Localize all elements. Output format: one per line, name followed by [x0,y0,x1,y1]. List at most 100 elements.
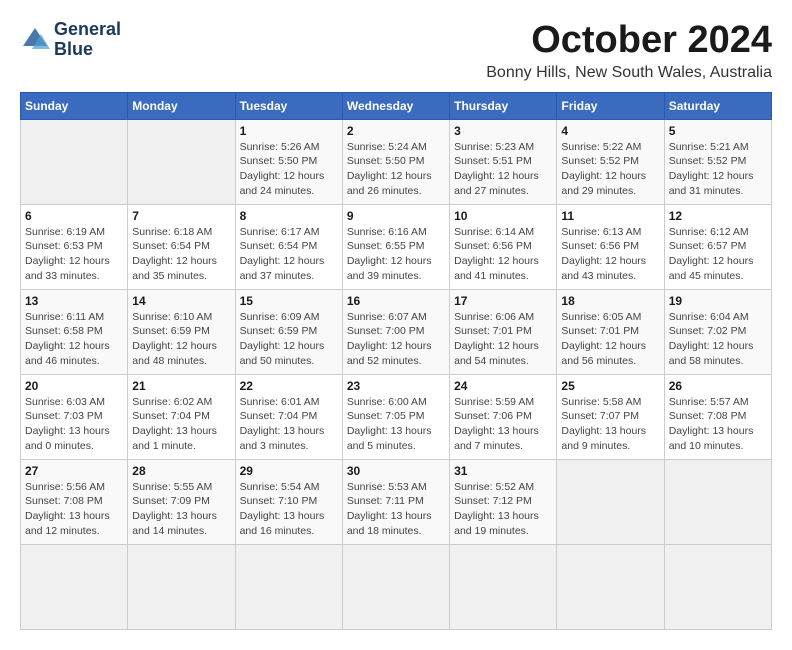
calendar-row-2: 13Sunrise: 6:11 AMSunset: 6:58 PMDayligh… [21,289,772,374]
logo-icon [20,25,50,55]
calendar-cell: 6 Sunrise: 6:19 AMSunset: 6:53 PMDaylight… [21,204,128,289]
day-number: 17 [454,294,552,308]
day-info: Sunrise: 6:09 AMSunset: 6:59 PMDaylight:… [240,310,338,369]
day-info: Sunrise: 5:55 AMSunset: 7:09 PMDaylight:… [132,480,230,539]
day-info: Sunrise: 6:13 AMSunset: 6:56 PMDaylight:… [561,225,659,284]
day-number: 11 [561,209,659,223]
day-number: 24 [454,379,552,393]
day-info: Sunrise: 5:23 AMSunset: 5:51 PMDaylight:… [454,140,552,199]
day-number: 14 [132,294,230,308]
day-number: 3 [454,124,552,138]
day-number: 4 [561,124,659,138]
calendar-cell: 5 Sunrise: 5:21 AMSunset: 5:52 PMDaylight… [664,119,771,204]
calendar-row-5 [21,544,772,629]
day-number: 31 [454,464,552,478]
day-info: Sunrise: 6:16 AMSunset: 6:55 PMDaylight:… [347,225,445,284]
calendar-cell: 3 Sunrise: 5:23 AMSunset: 5:51 PMDaylight… [450,119,557,204]
calendar-cell: 24 Sunrise: 5:59 AMSunset: 7:06 PMDayligh… [450,374,557,459]
calendar-cell [557,544,664,629]
calendar-cell: 17Sunrise: 6:06 AMSunset: 7:01 PMDayligh… [450,289,557,374]
weekday-header-row: Sunday Monday Tuesday Wednesday Thursday… [21,92,772,119]
calendar-cell: 29Sunrise: 5:54 AMSunset: 7:10 PMDayligh… [235,459,342,544]
logo-text: General Blue [54,20,121,60]
header-wednesday: Wednesday [342,92,449,119]
day-number: 8 [240,209,338,223]
header-monday: Monday [128,92,235,119]
calendar-row-4: 27Sunrise: 5:56 AMSunset: 7:08 PMDayligh… [21,459,772,544]
day-info: Sunrise: 6:17 AMSunset: 6:54 PMDaylight:… [240,225,338,284]
calendar-cell: 14 Sunrise: 6:10 AMSunset: 6:59 PMDayligh… [128,289,235,374]
day-info: Sunrise: 6:18 AMSunset: 6:54 PMDaylight:… [132,225,230,284]
header-friday: Friday [557,92,664,119]
calendar-cell [664,459,771,544]
day-number: 30 [347,464,445,478]
logo-line2: Blue [54,40,121,60]
day-info: Sunrise: 5:56 AMSunset: 7:08 PMDaylight:… [25,480,123,539]
day-info: Sunrise: 5:26 AMSunset: 5:50 PMDaylight:… [240,140,338,199]
calendar-cell [128,119,235,204]
day-info: Sunrise: 6:02 AMSunset: 7:04 PMDaylight:… [132,395,230,454]
day-info: Sunrise: 6:14 AMSunset: 6:56 PMDaylight:… [454,225,552,284]
day-number: 10 [454,209,552,223]
calendar-cell: 21Sunrise: 6:02 AMSunset: 7:04 PMDayligh… [128,374,235,459]
calendar-cell: 26 Sunrise: 5:57 AMSunset: 7:08 PMDayligh… [664,374,771,459]
day-number: 15 [240,294,338,308]
calendar-cell: 27Sunrise: 5:56 AMSunset: 7:08 PMDayligh… [21,459,128,544]
day-info: Sunrise: 6:04 AMSunset: 7:02 PMDaylight:… [669,310,767,369]
header-tuesday: Tuesday [235,92,342,119]
calendar-cell [21,119,128,204]
day-number: 7 [132,209,230,223]
logo: General Blue [20,20,121,60]
day-info: Sunrise: 6:10 AMSunset: 6:59 PMDaylight:… [132,310,230,369]
day-number: 5 [669,124,767,138]
day-number: 20 [25,379,123,393]
day-number: 28 [132,464,230,478]
calendar-cell [21,544,128,629]
day-number: 12 [669,209,767,223]
logo-line1: General [54,20,121,40]
day-info: Sunrise: 5:59 AMSunset: 7:06 PMDaylight:… [454,395,552,454]
day-info: Sunrise: 5:53 AMSunset: 7:11 PMDaylight:… [347,480,445,539]
calendar-cell: 8 Sunrise: 6:17 AMSunset: 6:54 PMDaylight… [235,204,342,289]
calendar-cell [128,544,235,629]
calendar-cell: 7 Sunrise: 6:18 AMSunset: 6:54 PMDaylight… [128,204,235,289]
header: General Blue October 2024 Bonny Hills, N… [20,20,772,82]
day-info: Sunrise: 6:00 AMSunset: 7:05 PMDaylight:… [347,395,445,454]
calendar-cell [664,544,771,629]
day-info: Sunrise: 6:19 AMSunset: 6:53 PMDaylight:… [25,225,123,284]
day-info: Sunrise: 5:21 AMSunset: 5:52 PMDaylight:… [669,140,767,199]
title-section: October 2024 Bonny Hills, New South Wale… [486,20,772,82]
calendar-cell [557,459,664,544]
calendar-cell: 22Sunrise: 6:01 AMSunset: 7:04 PMDayligh… [235,374,342,459]
day-number: 25 [561,379,659,393]
day-number: 16 [347,294,445,308]
calendar-row-0: 1Sunrise: 5:26 AMSunset: 5:50 PMDaylight… [21,119,772,204]
calendar-title: October 2024 [486,20,772,62]
calendar-cell: 4Sunrise: 5:22 AMSunset: 5:52 PMDaylight… [557,119,664,204]
day-number: 13 [25,294,123,308]
calendar-cell: 30 Sunrise: 5:53 AMSunset: 7:11 PMDayligh… [342,459,449,544]
day-info: Sunrise: 6:01 AMSunset: 7:04 PMDaylight:… [240,395,338,454]
calendar-table: Sunday Monday Tuesday Wednesday Thursday… [20,92,772,630]
day-number: 2 [347,124,445,138]
calendar-cell: 31 Sunrise: 5:52 AMSunset: 7:12 PMDayligh… [450,459,557,544]
calendar-cell: 1Sunrise: 5:26 AMSunset: 5:50 PMDaylight… [235,119,342,204]
calendar-row-1: 6 Sunrise: 6:19 AMSunset: 6:53 PMDaylight… [21,204,772,289]
day-info: Sunrise: 6:05 AMSunset: 7:01 PMDaylight:… [561,310,659,369]
day-info: Sunrise: 6:12 AMSunset: 6:57 PMDaylight:… [669,225,767,284]
calendar-cell [450,544,557,629]
calendar-cell: 12 Sunrise: 6:12 AMSunset: 6:57 PMDayligh… [664,204,771,289]
calendar-subtitle: Bonny Hills, New South Wales, Australia [486,64,772,82]
calendar-cell: 18Sunrise: 6:05 AMSunset: 7:01 PMDayligh… [557,289,664,374]
day-number: 6 [25,209,123,223]
calendar-cell: 23Sunrise: 6:00 AMSunset: 7:05 PMDayligh… [342,374,449,459]
calendar-cell: 13Sunrise: 6:11 AMSunset: 6:58 PMDayligh… [21,289,128,374]
day-number: 29 [240,464,338,478]
day-info: Sunrise: 6:03 AMSunset: 7:03 PMDaylight:… [25,395,123,454]
calendar-cell: 9Sunrise: 6:16 AMSunset: 6:55 PMDaylight… [342,204,449,289]
calendar-cell: 15 Sunrise: 6:09 AMSunset: 6:59 PMDayligh… [235,289,342,374]
day-info: Sunrise: 5:52 AMSunset: 7:12 PMDaylight:… [454,480,552,539]
calendar-cell: 25Sunrise: 5:58 AMSunset: 7:07 PMDayligh… [557,374,664,459]
day-number: 26 [669,379,767,393]
day-info: Sunrise: 5:57 AMSunset: 7:08 PMDaylight:… [669,395,767,454]
